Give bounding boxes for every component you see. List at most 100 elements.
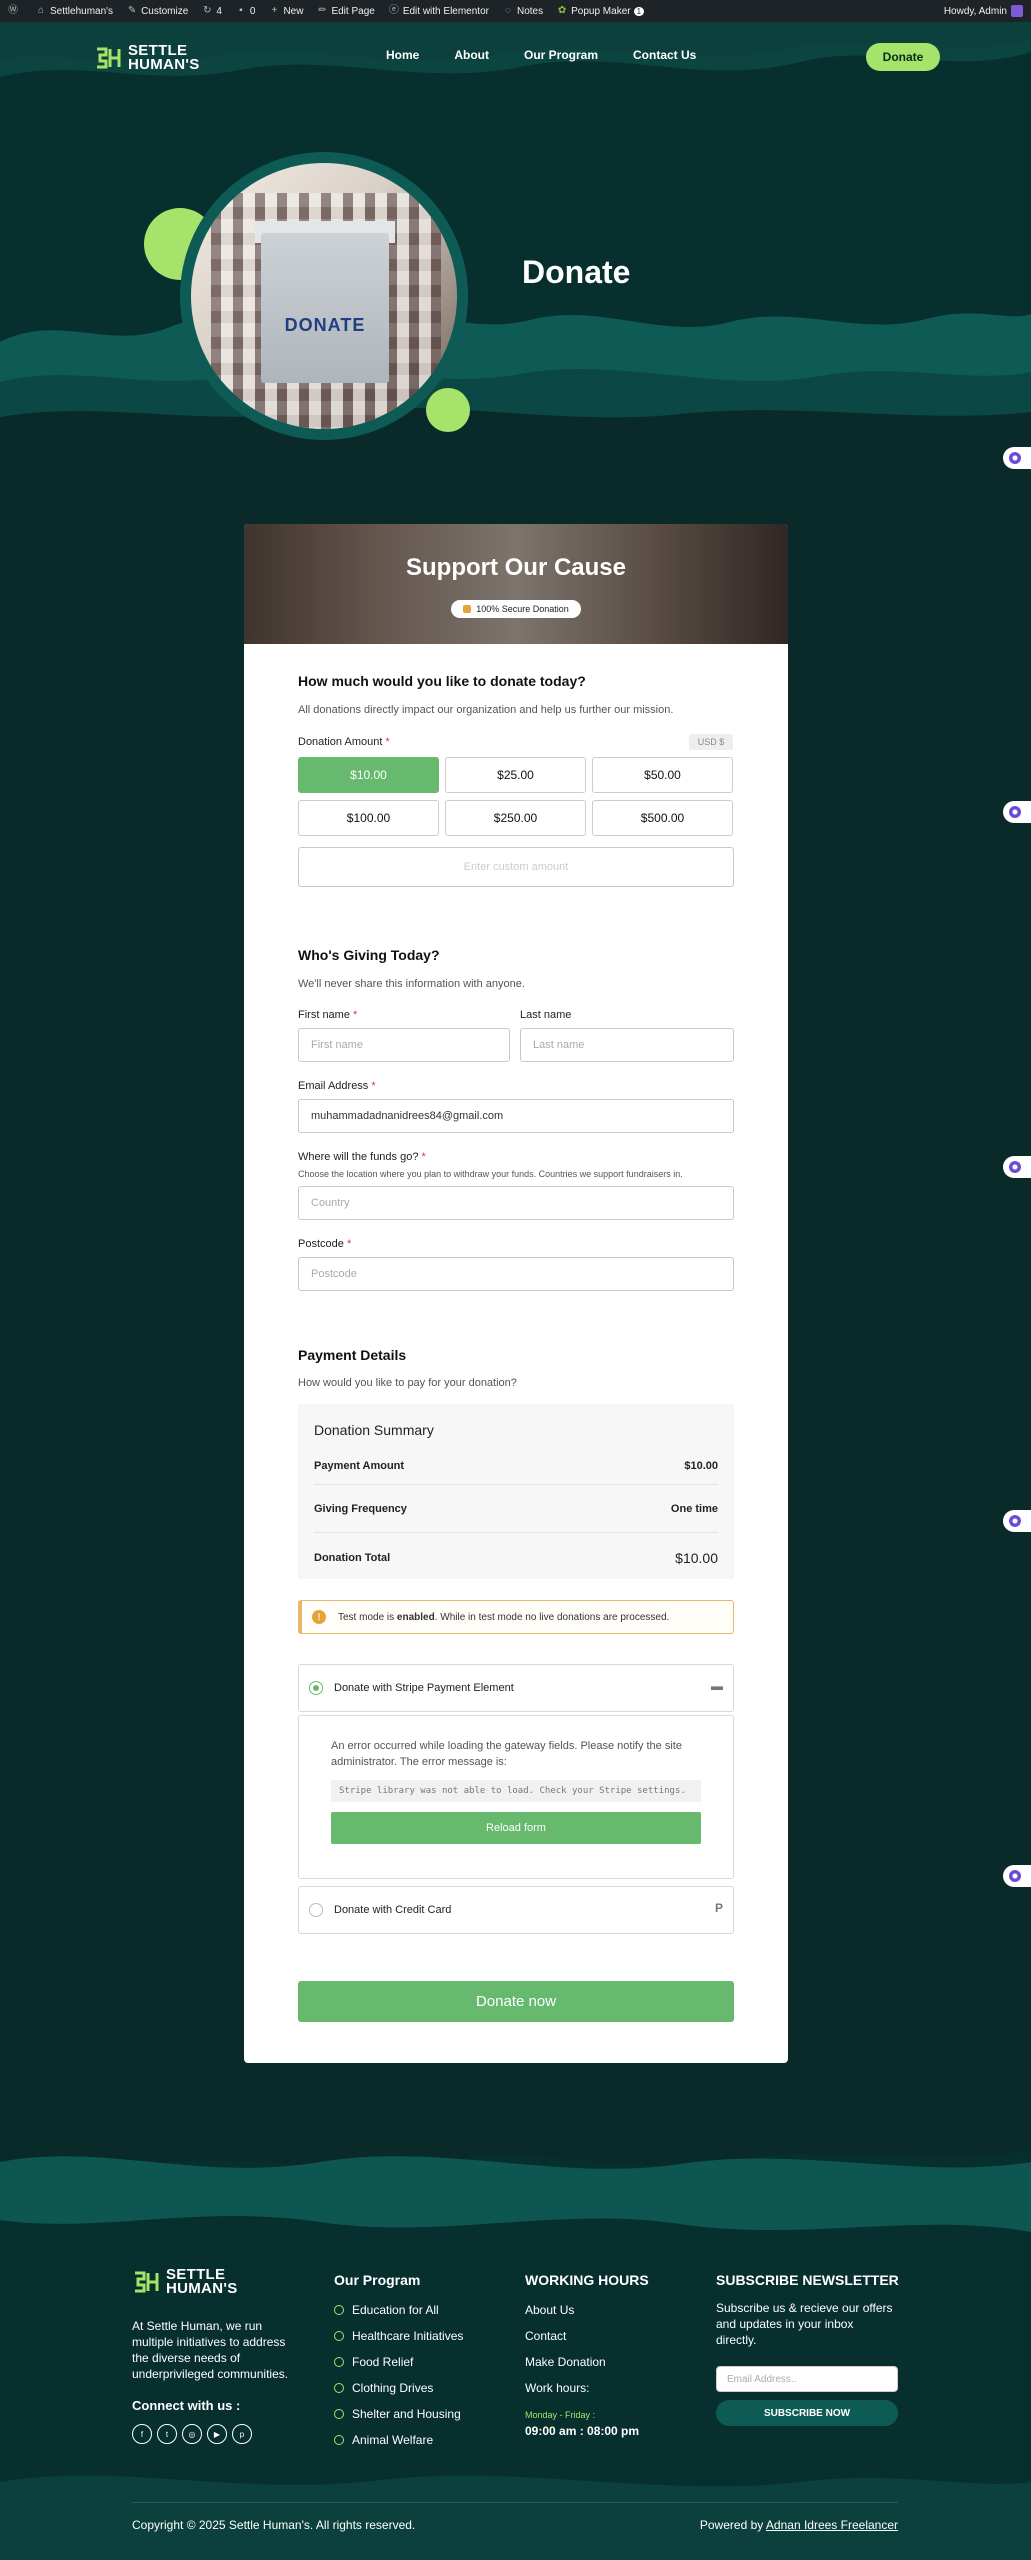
nav-home[interactable]: Home xyxy=(386,48,419,62)
popup-maker-menu[interactable]: ✿ Popup Maker 1 xyxy=(557,5,645,17)
hours-links: About Us Contact Make Donation Work hour… xyxy=(525,2297,606,2401)
comments-menu[interactable]: ▪ 0 xyxy=(236,5,256,17)
donation-summary: Donation Summary Payment Amount $10.00 Gi… xyxy=(298,1404,734,1579)
popup-label: Popup Maker xyxy=(571,5,631,17)
side-widget-button[interactable] xyxy=(1003,1865,1031,1887)
facebook-icon[interactable]: f xyxy=(132,2424,152,2444)
amount-option-50[interactable]: $50.00 xyxy=(592,757,733,793)
email-label: Email Address * xyxy=(298,1080,376,1092)
nav-our-program[interactable]: Our Program xyxy=(524,48,598,62)
donate-now-button[interactable]: Donate now xyxy=(298,1981,734,2022)
amount-option-100[interactable]: $100.00 xyxy=(298,800,439,836)
newsletter-text: Subscribe us & recieve our offers and up… xyxy=(716,2301,893,2347)
program-link[interactable]: Food Relief xyxy=(334,2349,463,2375)
updates-icon: ↻ xyxy=(203,5,212,16)
gateway-card-label: Donate with Credit Card xyxy=(334,1904,452,1916)
youtube-icon[interactable]: ▶ xyxy=(207,2424,227,2444)
amount-option-250[interactable]: $250.00 xyxy=(445,800,586,836)
program-link[interactable]: Clothing Drives xyxy=(334,2375,463,2401)
my-account-menu[interactable]: Howdy, Admin xyxy=(944,5,1023,17)
edit-page-menu[interactable]: ✏ Edit Page xyxy=(317,6,375,17)
site-name-menu[interactable]: ⌂ Settlehuman's xyxy=(36,6,113,17)
powered-prefix: Powered by xyxy=(699,2518,766,2532)
footer-link-donation[interactable]: Make Donation xyxy=(525,2349,606,2375)
footer-logo[interactable]: SETTLE HUMAN'S xyxy=(132,2267,238,2297)
last-name-input[interactable]: Last name xyxy=(520,1028,734,1062)
payment-section-title: Payment Details xyxy=(298,1347,407,1363)
newsletter-email-input[interactable]: Email Address.. xyxy=(716,2366,898,2392)
program-heading: Our Program xyxy=(334,2272,421,2288)
warning-icon: ! xyxy=(312,1610,326,1624)
new-content-menu[interactable]: + New xyxy=(269,5,304,17)
total-label: Donation Total xyxy=(314,1552,391,1564)
wp-logo-menu[interactable]: Ⓦ xyxy=(8,6,22,16)
total-value: $10.00 xyxy=(675,1550,718,1566)
footer-link-about[interactable]: About Us xyxy=(525,2297,606,2323)
amount-option-500[interactable]: $500.00 xyxy=(592,800,733,836)
first-name-input[interactable]: First name xyxy=(298,1028,510,1062)
country-select[interactable]: Country xyxy=(298,1186,734,1220)
side-widget-button[interactable] xyxy=(1003,447,1031,469)
nav-contact-us[interactable]: Contact Us xyxy=(633,48,696,62)
nav-donate-button[interactable]: Donate xyxy=(866,43,940,71)
check-circle-icon xyxy=(334,2305,344,2315)
card-icon: ▬ xyxy=(711,1679,723,1693)
logo-line-2: HUMAN'S xyxy=(166,2280,238,2297)
gateway-stripe-option[interactable]: Donate with Stripe Payment Element ▬ xyxy=(298,1664,734,1712)
popup-badge: 1 xyxy=(633,6,645,16)
postcode-input[interactable]: Postcode xyxy=(298,1257,734,1291)
custom-amount-input[interactable]: Enter custom amount xyxy=(298,847,734,887)
gateway-card-radio[interactable] xyxy=(309,1903,323,1917)
summary-row-frequency: Giving Frequency One time xyxy=(314,1503,718,1515)
elementor-menu[interactable]: ⓔ Edit with Elementor xyxy=(389,6,489,17)
form-header-title: Support Our Cause xyxy=(405,554,627,581)
nav-about[interactable]: About xyxy=(454,48,489,62)
logo-mark-icon xyxy=(94,45,122,71)
home-icon: ⌂ xyxy=(37,5,45,16)
twitter-icon[interactable]: t xyxy=(157,2424,177,2444)
powered-by: Powered by Adnan Idrees Freelancer xyxy=(700,2518,898,2532)
footer-link-contact[interactable]: Contact xyxy=(525,2323,606,2349)
summary-row-total: Donation Total $10.00 xyxy=(314,1550,718,1566)
stripe-error-panel: An error occurred while loading the gate… xyxy=(298,1715,734,1879)
side-widget-button[interactable] xyxy=(1003,801,1031,823)
site-footer: SETTLE HUMAN'S At Settle Human, we run mu… xyxy=(0,2122,1031,2560)
hours-days: Monday - Friday : xyxy=(525,2410,596,2420)
email-input[interactable]: muhammadadnanidrees84@gmail.com xyxy=(298,1099,734,1133)
program-link[interactable]: Animal Welfare xyxy=(334,2427,463,2453)
amount-option-10[interactable]: $10.00 xyxy=(298,757,439,793)
gateway-stripe-radio[interactable] xyxy=(309,1681,323,1695)
side-widget-button[interactable] xyxy=(1003,1156,1031,1178)
program-link[interactable]: Education for All xyxy=(334,2297,463,2323)
gateway-card-option[interactable]: Donate with Credit Card P xyxy=(298,1886,734,1934)
widget-icon xyxy=(1009,1515,1021,1527)
notice-bold: enabled xyxy=(396,1611,435,1623)
connect-heading: Connect with us : xyxy=(132,2398,241,2413)
required-marker: * xyxy=(421,1151,426,1163)
program-link[interactable]: Shelter and Housing xyxy=(334,2401,463,2427)
currency-switcher[interactable]: USD $ xyxy=(689,734,733,750)
customize-menu[interactable]: ✎ Customize xyxy=(127,6,188,17)
instagram-icon[interactable]: ◎ xyxy=(182,2424,202,2444)
subscribe-button[interactable]: SUBSCRIBE NOW xyxy=(716,2400,898,2426)
site-logo[interactable]: SETTLE HUMAN'S xyxy=(94,43,200,72)
lock-icon xyxy=(463,605,472,613)
amount-option-25[interactable]: $25.00 xyxy=(445,757,586,793)
hero-section: SETTLE HUMAN'S Home About Our Program Con… xyxy=(0,22,1031,462)
check-circle-icon xyxy=(334,2357,344,2367)
donation-box-label: DONATE xyxy=(284,315,366,335)
updates-menu[interactable]: ↻ 4 xyxy=(202,6,222,17)
program-link[interactable]: Healthcare Initiatives xyxy=(334,2323,463,2349)
comments-count: 0 xyxy=(249,5,256,17)
pinterest-icon[interactable]: p xyxy=(232,2424,252,2444)
decorative-blob-small xyxy=(426,388,470,432)
new-label: New xyxy=(283,5,304,17)
check-circle-icon xyxy=(334,2383,344,2393)
powered-link[interactable]: Adnan Idrees Freelancer xyxy=(766,2518,898,2532)
test-mode-notice: ! Test mode is enabled. While in test mo… xyxy=(298,1600,734,1634)
reload-form-button[interactable]: Reload form xyxy=(331,1812,701,1844)
payment-section-subtitle: How would you like to pay for your donat… xyxy=(298,1377,517,1389)
widget-icon xyxy=(1009,1161,1021,1173)
side-widget-button[interactable] xyxy=(1003,1510,1031,1532)
notes-menu[interactable]: ◌ Notes xyxy=(503,6,543,17)
